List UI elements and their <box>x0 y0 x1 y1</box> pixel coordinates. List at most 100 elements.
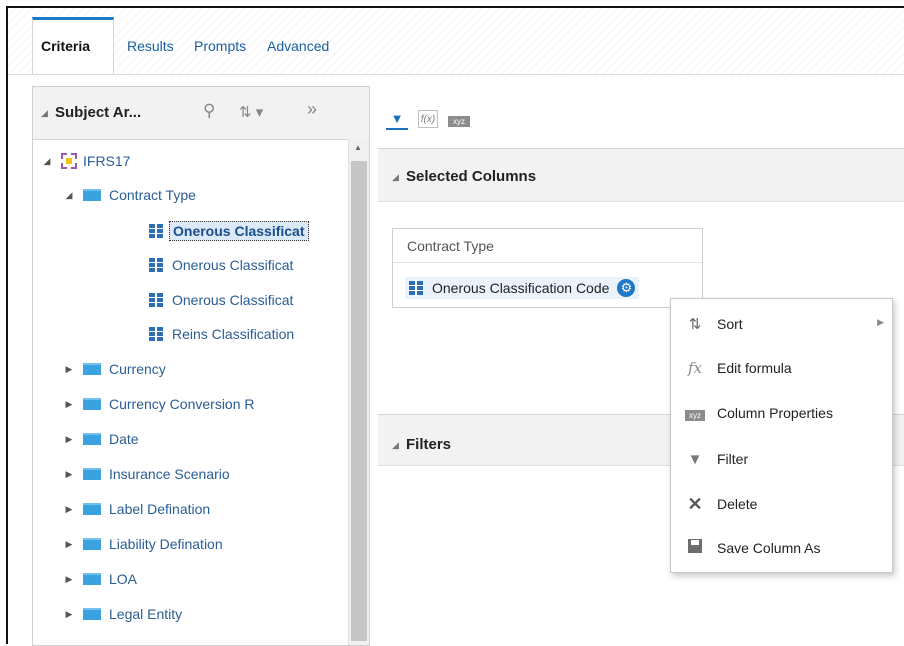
tree-scrollbar[interactable]: ▲ <box>348 139 369 645</box>
formula-icon[interactable]: f(x) <box>418 110 438 128</box>
selected-columns-header: ◢ Selected Columns <box>378 149 904 202</box>
collapse-triangle-icon[interactable]: ◢ <box>392 440 399 451</box>
collapsed-triangle-icon[interactable]: ▶ <box>63 539 75 550</box>
menu-item-label: Delete <box>717 496 758 512</box>
subject-area-icon <box>61 153 77 169</box>
column-icon <box>409 281 423 295</box>
menu-item-filter[interactable]: ▼ Filter <box>671 444 892 474</box>
submenu-arrow-icon: ▶ <box>877 317 884 327</box>
menu-item-label: Sort <box>717 316 743 332</box>
collapsed-triangle-icon[interactable]: ▶ <box>63 504 75 515</box>
menu-item-label: Edit formula <box>717 360 792 376</box>
selected-column-item[interactable]: Onerous Classification Code ⚙ <box>405 277 640 299</box>
collapse-triangle-icon[interactable]: ◢ <box>392 172 399 183</box>
tree-label: Currency <box>109 361 166 377</box>
scroll-up-icon[interactable]: ▲ <box>354 143 362 152</box>
subject-area-panel: ◢ Subject Ar... ⚲ ⇅ ▾ » ◢ IFRS17 ◢ Contr… <box>32 86 370 646</box>
scroll-thumb[interactable] <box>351 161 367 641</box>
expanded-triangle-icon[interactable]: ◢ <box>41 156 53 167</box>
tree-label: LOA <box>109 571 138 587</box>
tree-node-contract-type[interactable]: ◢ Contract Type <box>63 183 196 207</box>
tree-label: Contract Type <box>109 187 196 203</box>
menu-item-label: Filter <box>717 451 749 467</box>
collapsed-triangle-icon[interactable]: ▶ <box>63 364 75 375</box>
column-properties-icon: xyz <box>685 405 705 422</box>
tree-label: Onerous Classificat <box>172 257 294 273</box>
collapse-triangle-icon[interactable]: ◢ <box>41 108 48 119</box>
collapsed-triangle-icon[interactable]: ▶ <box>63 469 75 480</box>
sort-icon: ⇅ <box>688 316 702 333</box>
tree-folder-item[interactable]: ▶ Insurance Scenario <box>63 462 230 486</box>
tree-folder-item[interactable]: ▶ LOA <box>63 567 137 591</box>
collapsed-triangle-icon[interactable]: ▶ <box>63 434 75 445</box>
tree-label: Legal Entity <box>109 606 183 622</box>
tree-node-ifrs17[interactable]: ◢ IFRS17 <box>41 149 130 173</box>
collapsed-triangle-icon[interactable]: ▶ <box>63 399 75 410</box>
tab-criteria[interactable]: Criteria <box>41 38 90 54</box>
folder-icon <box>83 433 101 445</box>
tab-bar: Criteria Results Prompts Advanced <box>8 8 904 75</box>
tree-label: Insurance Scenario <box>109 466 230 482</box>
search-icon[interactable]: ⚲ <box>203 101 215 121</box>
menu-item-label: Save Column As <box>717 540 821 556</box>
tree-folder-item[interactable]: ▶ Liability Defination <box>63 532 223 556</box>
menu-item-delete[interactable]: ✕ Delete <box>671 489 892 519</box>
folder-icon <box>83 503 101 515</box>
app-frame: Criteria Results Prompts Advanced ◢ Subj… <box>6 6 904 646</box>
folder-icon <box>83 398 101 410</box>
subject-area-header: ◢ Subject Ar... ⚲ ⇅ ▾ » <box>33 87 369 140</box>
menu-item-label: Column Properties <box>717 405 833 421</box>
tree-column-item[interactable]: Onerous Classificat <box>149 253 293 277</box>
folder-icon <box>83 538 101 550</box>
subject-area-tree: ◢ IFRS17 ◢ Contract Type Onerous Classif… <box>33 139 349 645</box>
filter-icon: ▼ <box>687 450 703 468</box>
selected-column-label: Onerous Classification Code <box>432 280 610 296</box>
tree-column-item[interactable]: Onerous Classificat <box>149 219 309 243</box>
fx-icon: fx <box>687 359 702 377</box>
column-icon <box>149 258 163 272</box>
criteria-toolbar: ▼ f(x) xyz <box>386 106 470 132</box>
collapsed-triangle-icon[interactable]: ▶ <box>63 609 75 620</box>
tree-folder-item[interactable]: ▶ Label Defination <box>63 497 211 521</box>
expanded-triangle-icon[interactable]: ◢ <box>63 190 75 201</box>
tree-label: Currency Conversion R <box>109 396 255 412</box>
collapsed-triangle-icon[interactable]: ▶ <box>63 574 75 585</box>
tree-column-item[interactable]: Onerous Classificat <box>149 288 293 312</box>
column-context-menu: ⇅ Sort ▶ fx Edit formula xyz Column Prop… <box>670 298 893 573</box>
menu-item-save-column-as[interactable]: Save Column As <box>671 533 892 563</box>
filter-icon[interactable]: ▼ <box>386 108 408 130</box>
selected-columns-title: Selected Columns <box>406 168 537 185</box>
tree-folder-item[interactable]: ▶ Currency <box>63 357 166 381</box>
folder-icon <box>83 608 101 620</box>
tree-label: Onerous Classificat <box>169 221 309 241</box>
tree-column-item[interactable]: Reins Classification <box>149 322 294 346</box>
tab-results[interactable]: Results <box>127 38 174 54</box>
subject-area-title: Subject Ar... <box>55 104 142 121</box>
folder-icon <box>83 573 101 585</box>
menu-item-sort[interactable]: ⇅ Sort ▶ <box>671 309 892 339</box>
column-card: Contract Type Onerous Classification Cod… <box>392 228 703 308</box>
tree-label: Onerous Classificat <box>172 292 294 308</box>
tab-prompts[interactable]: Prompts <box>194 38 246 54</box>
tab-advanced[interactable]: Advanced <box>267 38 329 54</box>
tree-folder-item[interactable]: ▶ Currency Conversion R <box>63 392 255 416</box>
column-properties-icon[interactable]: xyz <box>448 115 470 127</box>
tree-folder-item[interactable]: ▶ Legal Entity <box>63 602 183 626</box>
tree-folder-item[interactable]: ▶ Date <box>63 427 139 451</box>
column-icon <box>149 293 163 307</box>
folder-icon <box>83 363 101 375</box>
folder-icon <box>83 468 101 480</box>
gear-icon[interactable]: ⚙ <box>617 279 636 297</box>
sort-icon[interactable]: ⇅ ▾ <box>239 103 263 121</box>
expand-panel-icon[interactable]: » <box>307 99 317 120</box>
save-icon <box>685 539 705 557</box>
column-card-header: Contract Type <box>393 229 702 263</box>
menu-item-edit-formula[interactable]: fx Edit formula <box>671 353 892 383</box>
tree-label: Reins Classification <box>172 326 295 342</box>
tree-label: IFRS17 <box>83 153 131 169</box>
menu-item-column-properties[interactable]: xyz Column Properties <box>671 398 892 428</box>
delete-icon: ✕ <box>687 493 703 514</box>
column-icon <box>149 327 163 341</box>
tree-label: Label Defination <box>109 501 211 517</box>
tree-label: Liability Defination <box>109 536 223 552</box>
